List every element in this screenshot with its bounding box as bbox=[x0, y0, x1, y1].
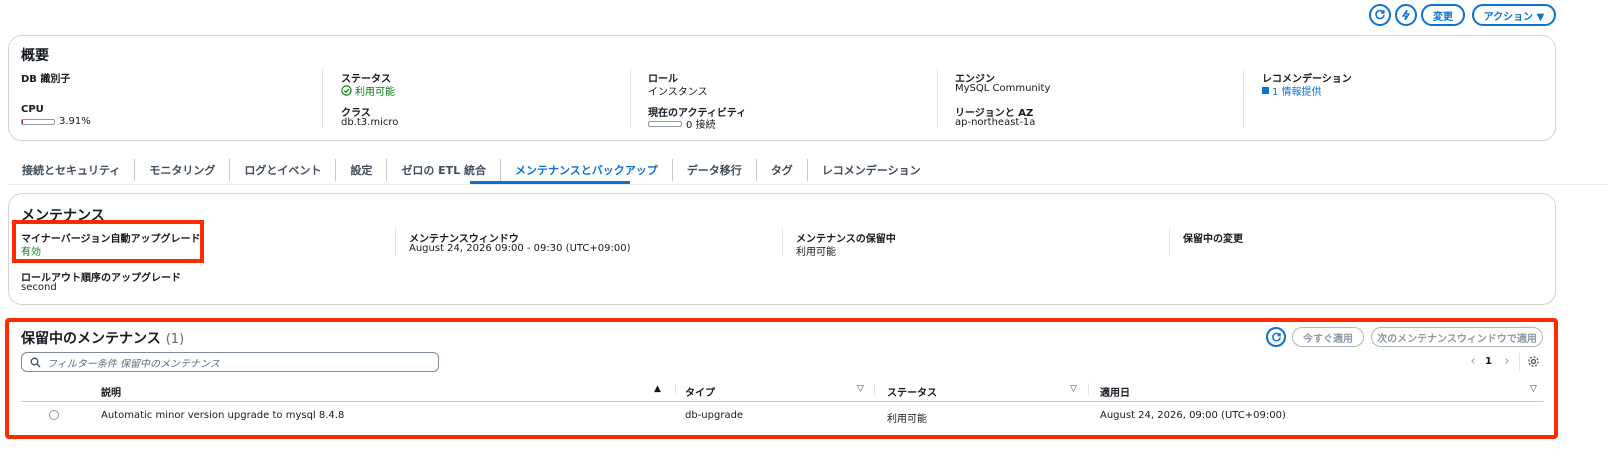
sort-ascending-icon[interactable]: ▲ bbox=[654, 384, 661, 394]
check-circle-icon bbox=[341, 85, 352, 96]
edit-button[interactable]: 変更 bbox=[1421, 4, 1465, 26]
column-header-apply-date[interactable]: 適用日 bbox=[1100, 384, 1130, 399]
tab-configuration[interactable]: 設定 bbox=[336, 159, 388, 181]
role-value: インスタンス bbox=[648, 87, 708, 98]
divider bbox=[1088, 383, 1089, 395]
status-indicator: 利用可能 bbox=[341, 83, 395, 98]
divider bbox=[1169, 228, 1170, 256]
cpu-progress-fill bbox=[22, 119, 24, 124]
row-apply-date: August 24, 2026, 09:00 (UTC+09:00) bbox=[1100, 410, 1286, 421]
active-tab-indicator bbox=[470, 181, 630, 184]
apply-now-button[interactable]: 今すぐ適用 bbox=[1292, 327, 1364, 347]
sort-icon[interactable]: ▽ bbox=[1530, 384, 1537, 394]
divider bbox=[395, 228, 396, 256]
next-page-button[interactable]: › bbox=[1500, 355, 1514, 369]
row-type: db-upgrade bbox=[685, 410, 744, 421]
tab-zero-etl[interactable]: ゼロの ETL 統合 bbox=[387, 159, 502, 181]
tab-bar: 接続とセキュリティ モニタリング ログとイベント 設定 ゼロの ETL 統合 メ… bbox=[8, 156, 1608, 184]
actions-dropdown-button[interactable]: アクション ▼ bbox=[1472, 4, 1556, 26]
column-header-status[interactable]: ステータス bbox=[887, 384, 937, 399]
refresh-icon bbox=[1375, 9, 1385, 20]
pending-refresh-button[interactable] bbox=[1266, 327, 1286, 347]
pending-changes-label: 保留中の変更 bbox=[1183, 234, 1243, 245]
db-identifier-label: DB 識別子 bbox=[21, 74, 71, 85]
filter-search-placeholder: フィルター条件 保留中のメンテナンス bbox=[47, 358, 220, 370]
tab-data-migration[interactable]: データ移行 bbox=[673, 159, 757, 181]
divider bbox=[1519, 353, 1520, 371]
tab-connectivity-security[interactable]: 接続とセキュリティ bbox=[8, 159, 136, 181]
tab-recommendations[interactable]: レコメンデーション bbox=[808, 159, 935, 181]
column-header-description[interactable]: 説明 bbox=[101, 384, 121, 399]
status-value: 利用可能 bbox=[355, 87, 395, 98]
divider bbox=[874, 383, 875, 395]
divider bbox=[1243, 69, 1244, 129]
maintenance-window-value: August 24, 2026 09:00 - 09:30 (UTC+09:00… bbox=[409, 243, 631, 254]
tab-monitoring[interactable]: モニタリング bbox=[135, 159, 231, 181]
apply-next-window-button[interactable]: 次のメンテナンスウィンドウで適用 bbox=[1371, 327, 1543, 347]
gear-icon bbox=[1528, 356, 1539, 367]
refresh-button[interactable] bbox=[1369, 4, 1391, 26]
sort-icon[interactable]: ▽ bbox=[857, 384, 864, 394]
recommendation-link[interactable]: 1 情報提供 bbox=[1262, 83, 1322, 98]
divider bbox=[937, 69, 938, 129]
lightning-icon bbox=[1401, 9, 1411, 21]
overview-panel bbox=[8, 35, 1556, 141]
minor-upgrade-value: 有効 bbox=[21, 247, 41, 258]
activity-value: 0 接続 bbox=[686, 120, 716, 131]
region-value: ap-northeast-1a bbox=[955, 117, 1036, 128]
row-description: Automatic minor version upgrade to mysql… bbox=[101, 410, 345, 421]
divider bbox=[675, 383, 676, 395]
tab-maintenance-backup[interactable]: メンテナンスとバックアップ bbox=[501, 159, 673, 181]
class-value: db.t3.micro bbox=[341, 117, 399, 128]
search-icon bbox=[30, 357, 41, 367]
maintenance-pending-value: 利用可能 bbox=[796, 247, 836, 258]
tab-tags[interactable]: タグ bbox=[757, 159, 808, 181]
activity-meter: 0 接続 bbox=[648, 116, 716, 131]
divider bbox=[322, 69, 323, 129]
cpu-meter: 3.91% bbox=[21, 116, 91, 127]
filter-search-input[interactable]: フィルター条件 保留中のメンテナンス bbox=[21, 352, 439, 372]
row-radio[interactable] bbox=[49, 410, 59, 420]
cpu-label: CPU bbox=[21, 104, 44, 115]
rollout-order-value: second bbox=[21, 282, 57, 293]
minor-upgrade-label: マイナーバージョン自動アップグレード bbox=[21, 234, 201, 245]
overview-title: 概要 bbox=[21, 48, 49, 64]
pending-count: (1) bbox=[165, 332, 185, 347]
sort-icon[interactable]: ▽ bbox=[1070, 384, 1077, 394]
engine-value: MySQL Community bbox=[955, 83, 1051, 94]
page-number[interactable]: 1 bbox=[1485, 356, 1492, 367]
lightning-button[interactable] bbox=[1395, 4, 1417, 26]
refresh-icon bbox=[1271, 332, 1281, 341]
pending-maintenance-title: 保留中のメンテナンス bbox=[21, 331, 161, 347]
cpu-progress-bar bbox=[21, 118, 55, 125]
info-square-icon bbox=[1262, 87, 1269, 94]
recommendation-value: 1 情報提供 bbox=[1272, 87, 1322, 98]
tab-logs-events[interactable]: ログとイベント bbox=[230, 159, 337, 181]
divider bbox=[630, 69, 631, 129]
cpu-value: 3.91% bbox=[59, 116, 91, 127]
row-status: 利用可能 bbox=[887, 414, 927, 425]
activity-progress-bar bbox=[648, 120, 682, 127]
pending-header: 保留中のメンテナンス (1) bbox=[21, 328, 184, 348]
divider bbox=[782, 228, 783, 256]
column-header-type[interactable]: タイプ bbox=[685, 384, 715, 399]
preferences-button[interactable] bbox=[1527, 355, 1540, 371]
tabs-baseline bbox=[8, 184, 1608, 185]
prev-page-button[interactable]: ‹ bbox=[1466, 355, 1480, 369]
top-blank-area bbox=[0, 0, 240, 24]
